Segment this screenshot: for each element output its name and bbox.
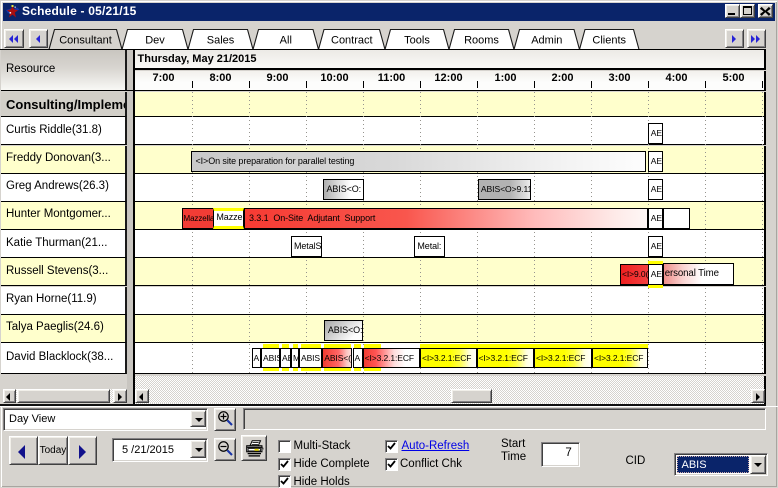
svg-text:Sales: Sales bbox=[207, 35, 235, 47]
svg-text:Admin: Admin bbox=[531, 35, 562, 47]
svg-text:Contract: Contract bbox=[331, 35, 373, 47]
svg-text:Consultant: Consultant bbox=[59, 35, 112, 47]
svg-text:All: All bbox=[280, 35, 292, 47]
svg-text:Rooms: Rooms bbox=[464, 35, 499, 47]
svg-text:Dev: Dev bbox=[145, 35, 165, 47]
svg-text:Clients: Clients bbox=[592, 35, 626, 47]
svg-text:Tools: Tools bbox=[404, 35, 430, 47]
